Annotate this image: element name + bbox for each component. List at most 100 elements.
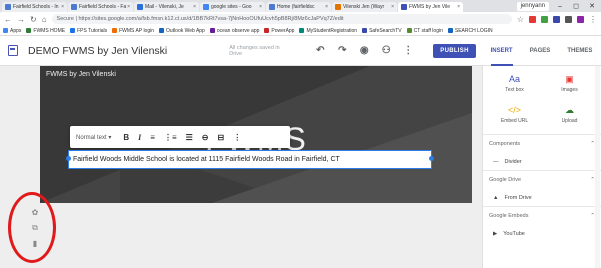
bookmark-label: Outlook Web App	[166, 27, 205, 34]
undo-icon[interactable]: ↶	[315, 45, 325, 56]
extension-icon[interactable]	[541, 15, 548, 23]
share-icon[interactable]: ⚇	[381, 45, 391, 56]
insert-item[interactable]: ▣ Images	[542, 74, 597, 93]
panel-section-item[interactable]: ▲ From Drive	[483, 189, 601, 206]
close-tab-icon[interactable]: ×	[325, 4, 328, 10]
url-field[interactable]: Secure | https://sites.google.com/a/fsb.…	[51, 14, 512, 24]
insert-item-label: Embed URL	[500, 118, 529, 124]
panel-item-icon: —	[493, 158, 499, 165]
align-icon[interactable]: ≡	[150, 133, 155, 142]
browser-tab[interactable]: FWMS by Jen Vile ×	[398, 2, 463, 12]
text-box[interactable]: Fairfield Woods Middle School is located…	[68, 150, 432, 169]
browser-tab-title: google sites - Goo	[211, 4, 252, 10]
text-style-dropdown[interactable]: Normal text ▾	[76, 134, 111, 141]
reload-icon[interactable]: ↻	[30, 15, 37, 24]
bold-button[interactable]: B	[123, 133, 129, 142]
bulleted-list-icon[interactable]: ☰	[186, 133, 193, 142]
site-title[interactable]: DEMO FWMS by Jen Vilenski	[28, 45, 167, 57]
text-box-content[interactable]: Fairfield Woods Middle School is located…	[73, 156, 340, 163]
close-tab-icon[interactable]: ×	[127, 4, 130, 10]
browser-tab-strip: Fairfield Schools - In × Fairfield Schools…	[0, 0, 601, 12]
window-controls: jennyann – ◻ ✕	[516, 0, 597, 12]
insert-item-icon: ▣	[565, 74, 574, 84]
resize-handle-left[interactable]	[66, 156, 71, 161]
italic-button[interactable]: I	[138, 133, 141, 142]
maximize-button[interactable]: ◻	[571, 2, 581, 10]
browser-tab[interactable]: google sites - Goo ×	[200, 2, 265, 12]
extension-icon[interactable]	[553, 15, 560, 23]
browser-tab-title: Fairfield Schools - Fa	[79, 4, 127, 10]
bookmark-item[interactable]: Apps	[3, 28, 21, 34]
tab-pages[interactable]: PAGES	[530, 36, 551, 66]
extension-icon[interactable]	[577, 15, 584, 23]
browser-tab[interactable]: Fairfield Schools - In ×	[2, 2, 67, 12]
side-panel-tabs: INSERT PAGES THEMES	[482, 36, 601, 66]
bookmark-icon	[159, 28, 165, 33]
insert-item[interactable]: ☁ Upload	[542, 105, 597, 124]
banner-site-name[interactable]: FWMS by Jen Vilenski	[46, 71, 116, 78]
browser-tab[interactable]: Vilenski Jen (Wayr ×	[332, 2, 397, 12]
bookmark-label: CT staff login	[413, 27, 443, 34]
more-icon[interactable]: ⋮	[233, 133, 241, 142]
bookmark-item[interactable]: Outlook Web App	[159, 28, 205, 34]
insert-item[interactable]: Aa Text box	[487, 74, 542, 93]
extension-icon[interactable]	[565, 15, 572, 23]
minimize-button[interactable]: –	[555, 3, 565, 10]
close-tab-icon[interactable]: ×	[193, 4, 196, 10]
panel-section-item[interactable]: ▶ YouTube	[483, 225, 601, 242]
profile-button[interactable]: jennyann	[516, 1, 549, 11]
close-tab-icon[interactable]: ×	[259, 4, 262, 10]
insert-item-icon: Aa	[508, 74, 520, 84]
bookmark-item[interactable]: SafeSearchTV	[362, 28, 402, 34]
bookmark-label: FWMS AP login	[119, 27, 155, 34]
favicon-icon	[401, 4, 407, 10]
publish-button[interactable]: PUBLISH	[433, 43, 476, 58]
panel-item-label: YouTube	[503, 230, 525, 237]
browser-tab[interactable]: Mail - Vilenski, Je ×	[134, 2, 199, 12]
back-icon[interactable]: ←	[4, 15, 12, 24]
panel-item-icon: ▲	[493, 194, 499, 201]
star-icon[interactable]: ☆	[517, 15, 524, 24]
bookmark-item[interactable]: FPS Tutorials	[70, 28, 107, 34]
insert-panel: Aa Text box ▣ Images </> Embed URL ☁ Upload Com…	[482, 66, 601, 268]
close-window-button[interactable]: ✕	[587, 2, 597, 10]
panel-item-label: Divider	[504, 158, 522, 165]
menu-icon[interactable]: ⋮	[589, 15, 597, 24]
more-options-icon[interactable]: ⋮	[403, 45, 413, 56]
bookmark-item[interactable]: MyStudentRegistration	[299, 28, 357, 34]
tab-themes[interactable]: THEMES	[567, 36, 592, 66]
numbered-list-icon[interactable]: ⋮≡	[164, 133, 177, 142]
delete-icon[interactable]: ⊟	[217, 133, 224, 142]
bookmark-label: ocean observe app	[216, 27, 260, 34]
browser-tab[interactable]: Home (fairfieldsc ×	[266, 2, 331, 12]
panel-item-icon: ▶	[493, 230, 498, 237]
bookmark-item[interactable]: FWMS HOME	[26, 28, 65, 34]
bookmark-item[interactable]: ocean observe app	[209, 27, 260, 34]
bookmark-item[interactable]: PowerApp	[264, 28, 294, 34]
forward-icon[interactable]: →	[17, 15, 25, 24]
redo-icon[interactable]: ↷	[337, 45, 347, 56]
panel-section-title: Google Embeds	[489, 213, 529, 219]
bookmark-item[interactable]: SEARCH LOGIN	[447, 28, 493, 34]
close-tab-icon[interactable]: ×	[391, 4, 394, 10]
tab-insert[interactable]: INSERT	[490, 36, 513, 66]
browser-tab[interactable]: Fairfield Schools - Fa ×	[68, 2, 133, 12]
favicon-icon	[71, 4, 77, 10]
panel-scrollbar[interactable]	[595, 66, 600, 268]
preview-icon[interactable]: ◉	[359, 45, 369, 56]
extension-icon[interactable]	[529, 15, 536, 23]
panel-item-label: From Drive	[504, 194, 532, 201]
panel-section-item[interactable]: — Divider	[483, 153, 601, 170]
bookmark-item[interactable]: FWMS AP login	[112, 28, 154, 34]
bookmarks-bar: Apps FWMS HOME FPS Tutorials FWMS AP login O…	[0, 26, 601, 36]
panel-section-header[interactable]: Google Drive ⌃	[483, 170, 601, 189]
link-icon[interactable]: ⊖	[202, 133, 209, 142]
close-tab-icon[interactable]: ×	[61, 4, 64, 10]
close-tab-icon[interactable]: ×	[457, 4, 460, 10]
panel-section-header[interactable]: Components ⌃	[483, 134, 601, 153]
home-icon[interactable]: ⌂	[42, 15, 47, 24]
insert-item[interactable]: </> Embed URL	[487, 105, 542, 124]
panel-section-header[interactable]: Google Embeds ⌃	[483, 206, 601, 225]
resize-handle-right[interactable]	[429, 156, 434, 161]
bookmark-item[interactable]: CT staff login	[406, 27, 443, 34]
